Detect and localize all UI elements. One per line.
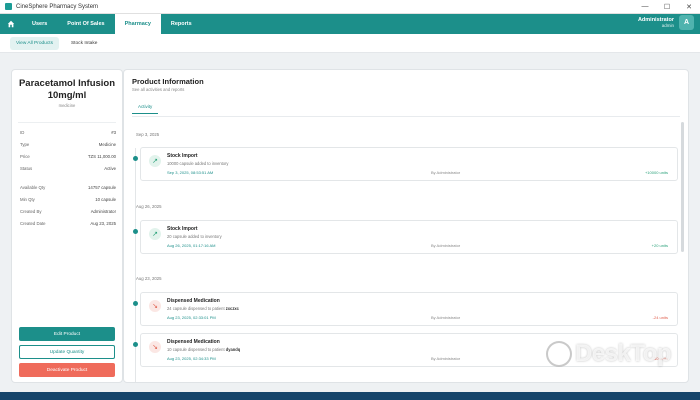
trend-down-icon: ↘ (149, 300, 161, 312)
trend-up-icon: ↗ (149, 228, 161, 240)
desktop-taskbar (0, 392, 700, 400)
tab-stock-intake[interactable]: Stock Intake (65, 37, 103, 50)
watermark-text: DeskTop (575, 340, 672, 367)
watermark: DeskTop (546, 340, 672, 368)
panel-subtitle: See all activities and reports (132, 87, 185, 92)
activity-amount: +10000 units (644, 170, 668, 175)
window-controls: — ☐ ✕ (634, 0, 700, 14)
tab-users[interactable]: Users (22, 14, 57, 34)
avatar[interactable]: A (679, 15, 694, 30)
tab-view-all-products[interactable]: View All Products (10, 36, 59, 50)
activity-card[interactable]: ↗ Stock Import 20 capsule added to inven… (140, 220, 678, 254)
product-information-panel: Product Information See all activities a… (123, 69, 689, 383)
product-type-caption: medicine (58, 103, 76, 108)
timeline-line (135, 148, 136, 382)
user-menu[interactable]: Administrator admin A (638, 15, 694, 30)
sub-nav: View All Products Stock Intake (0, 34, 700, 53)
app-icon (5, 3, 12, 10)
activity-timestamp: Aug 26, 2025, 01:17:16 AM (167, 243, 216, 248)
app-window: CineSphere Pharmacy System — ☐ ✕ Users P… (0, 0, 700, 392)
panel-title: Product Information (132, 77, 204, 86)
activity-card[interactable]: ↘ Dispensed Medication 24 capsule dispen… (140, 292, 678, 326)
activity-amount: +20 units (651, 243, 668, 248)
scrollbar[interactable] (681, 122, 684, 252)
home-icon (7, 20, 15, 28)
activity-title: Stock Import (167, 153, 198, 159)
close-icon[interactable]: ✕ (678, 0, 700, 14)
activity-title: Dispensed Medication (167, 298, 220, 304)
tab-pharmacy[interactable]: Pharmacy (114, 14, 161, 34)
activity-amount: -24 units (652, 315, 668, 320)
home-button[interactable] (0, 14, 22, 34)
minimize-icon[interactable]: — (634, 0, 656, 14)
maximize-icon[interactable]: ☐ (656, 0, 678, 14)
user-role: admin (661, 23, 674, 28)
field-available-qty: Available Qty 14757 capsule (20, 185, 116, 190)
activity-author: By Administrator (431, 243, 461, 248)
activity-title: Stock Import (167, 226, 198, 232)
timeline-date: Sep 3, 2025 (136, 132, 160, 137)
tab-point-of-sales[interactable]: Point Of Sales (57, 14, 114, 34)
field-id: ID #3 (20, 130, 116, 135)
activity-description: 20 capsule added to inventory (167, 234, 222, 239)
watermark-logo-icon (546, 341, 572, 367)
field-created-date: Created Date Aug 23, 2025 (20, 221, 116, 226)
timeline-dot (133, 342, 138, 347)
activity-timestamp: Aug 23, 2025, 02:33:01 PM (167, 315, 216, 320)
patient-name: dyandq (225, 347, 241, 352)
divider (18, 122, 116, 123)
product-summary-panel: Paracetamol Infusion 10mg/ml medicine ID… (11, 69, 123, 383)
activity-author: By Administrator (431, 356, 461, 361)
field-type: Type Medicine (20, 142, 116, 147)
field-price: Price TZS 11,000.00 (20, 154, 116, 159)
activity-title: Dispensed Medication (167, 339, 220, 345)
timeline-dot (133, 156, 138, 161)
main-nav: Users Point Of Sales Pharmacy Reports Ad… (0, 14, 700, 34)
patient-name: zxczxc (225, 306, 239, 311)
activity-card[interactable]: ↗ Stock Import 10000 capsule added to in… (140, 147, 678, 181)
trend-down-icon: ↘ (149, 341, 161, 353)
field-created-by: Created By Administrator (20, 209, 116, 214)
field-status: Status Active (20, 166, 116, 171)
update-quantity-button[interactable]: Update Quantity (19, 345, 115, 359)
timeline-date: Aug 26, 2025 (136, 204, 162, 209)
trend-up-icon: ↗ (149, 155, 161, 167)
window-title: CineSphere Pharmacy System (16, 3, 99, 10)
tab-reports[interactable]: Reports (161, 14, 202, 34)
timeline-date: Aug 23, 2025 (136, 276, 162, 281)
tab-divider (132, 116, 680, 117)
activity-description: 24 capsule dispensed to patient zxczxc (167, 306, 239, 311)
activity-author: By Administrator (431, 315, 461, 320)
timeline-dot (133, 229, 138, 234)
title-bar: CineSphere Pharmacy System — ☐ ✕ (0, 0, 700, 14)
activity-description: 10000 capsule added to inventory (167, 161, 229, 166)
edit-product-button[interactable]: Edit Product (19, 327, 115, 341)
activity-timestamp: Aug 23, 2025, 02:34:33 PM (167, 356, 216, 361)
activity-description: 10 capsule dispensed to patient dyandq (167, 347, 241, 352)
timeline-dot (133, 301, 138, 306)
deactivate-product-button[interactable]: Deactivate Product (19, 363, 115, 377)
tab-activity[interactable]: Activity (132, 104, 159, 114)
field-min-qty: Min Qty 10 capsule (20, 197, 116, 202)
activity-author: By Administrator (431, 170, 461, 175)
activity-timestamp: Sep 3, 2025, 08:53:51 AM (167, 170, 214, 175)
product-name: Paracetamol Infusion 10mg/ml (18, 78, 116, 101)
